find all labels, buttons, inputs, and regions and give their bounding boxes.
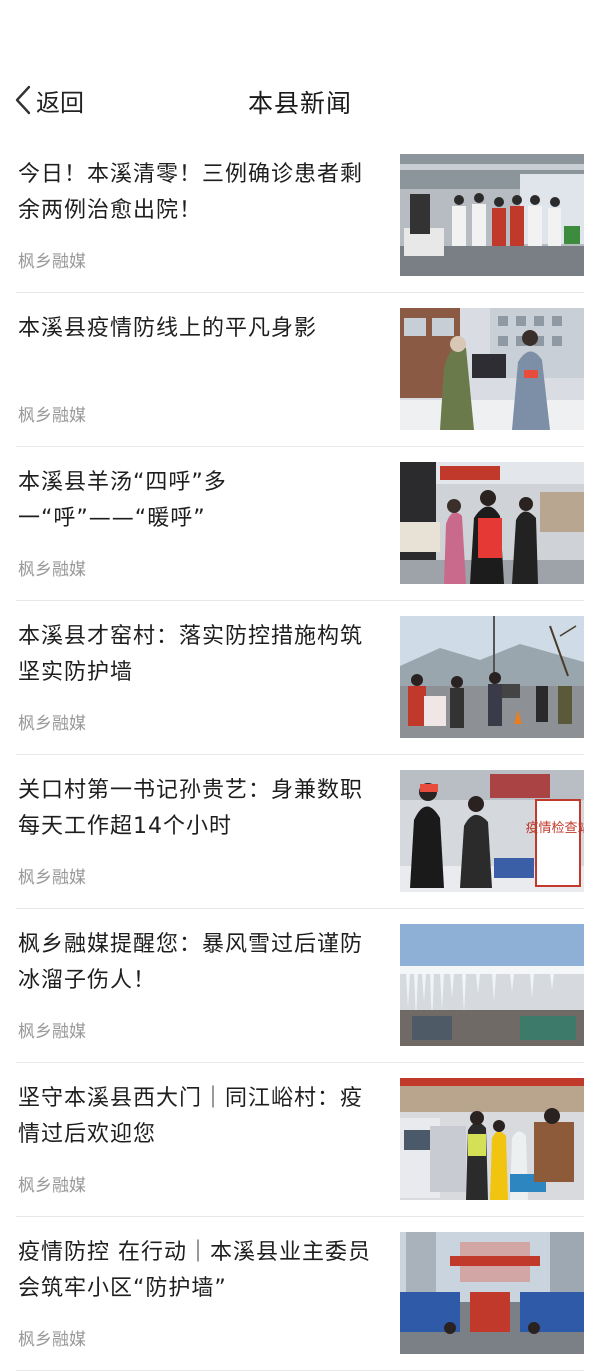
news-source: 枫乡融媒 [18,714,86,734]
news-item[interactable]: 关口村第一书记孙贵艺：身兼数职 每天工作超14个小时 枫乡融媒 疫情检查站 [16,755,584,909]
news-item[interactable]: 本溪县疫情防线上的平凡身影 枫乡融媒 [16,293,584,447]
news-thumbnail[interactable] [400,1078,584,1200]
news-item[interactable]: 疫情防控 在行动｜本溪县业主委员会筑牢小区“防护墙” 枫乡融媒 [16,1217,584,1371]
station-sign-text: 疫情检查站 [525,820,584,836]
news-item[interactable]: 本溪县羊汤“四呼”多一“呼”——“暖呼” 枫乡融媒 [16,447,584,601]
highway-checkpoint-photo [400,1078,584,1200]
village-road-checkpoint-photo [400,616,584,738]
news-source: 枫乡融媒 [18,868,86,888]
news-source: 枫乡融媒 [18,406,86,426]
news-list: 今日！本溪清零！三例确诊患者剩余两例治愈出院！ 枫乡融媒 本溪县疫情防线上的平凡… [0,139,600,1371]
icicles-roof-photo [400,924,584,1046]
navigation-bar: 返回 本县新闻 [0,70,600,130]
hospital-staff-photo [400,154,584,276]
news-thumbnail[interactable] [400,1232,584,1354]
epidemic-check-station-photo: 疫情检查站 [400,770,584,892]
news-item[interactable]: 坚守本溪县西大门｜同江峪村：疫情过后欢迎您 枫乡融媒 [16,1063,584,1217]
residential-gate-photo [400,1232,584,1354]
news-title: 坚守本溪县西大门｜同江峪村：疫情过后欢迎您 [18,1086,364,1147]
status-bar-area [0,0,600,70]
news-item[interactable]: 今日！本溪清零！三例确诊患者剩余两例治愈出院！ 枫乡融媒 [16,139,584,293]
news-title: 枫乡融媒提醒您：暴风雪过后谨防冰溜子伤人！ [18,932,364,993]
news-source: 枫乡融媒 [18,1022,86,1042]
news-title: 疫情防控 在行动｜本溪县业主委员会筑牢小区“防护墙” [18,1240,371,1301]
page-title: 本县新闻 [247,89,352,118]
news-thumbnail[interactable]: 疫情检查站 [400,770,584,892]
news-title: 关口村第一书记孙贵艺：身兼数职 每天工作超14个小时 [18,778,364,839]
soup-delivery-photo [400,462,584,584]
news-thumbnail[interactable] [400,924,584,1046]
news-thumbnail[interactable] [400,154,584,276]
news-source: 枫乡融媒 [18,1330,86,1350]
news-item[interactable]: 本溪县才窑村：落实防控措施构筑坚实防护墙 枫乡融媒 [16,601,584,755]
news-thumbnail[interactable] [400,616,584,738]
news-thumbnail[interactable] [400,308,584,430]
news-item[interactable]: 枫乡融媒提醒您：暴风雪过后谨防冰溜子伤人！ 枫乡融媒 [16,909,584,1063]
news-source: 枫乡融媒 [18,560,86,580]
news-source: 枫乡融媒 [18,252,86,272]
news-thumbnail[interactable] [400,462,584,584]
checkpoint-volunteers-photo [400,308,584,430]
news-title: 今日！本溪清零！三例确诊患者剩余两例治愈出院！ [18,162,364,223]
news-title: 本溪县羊汤“四呼”多一“呼”——“暖呼” [18,470,227,531]
news-source: 枫乡融媒 [18,1176,86,1196]
news-title: 本溪县才窑村：落实防控措施构筑坚实防护墙 [18,624,364,685]
news-title: 本溪县疫情防线上的平凡身影 [18,316,318,341]
